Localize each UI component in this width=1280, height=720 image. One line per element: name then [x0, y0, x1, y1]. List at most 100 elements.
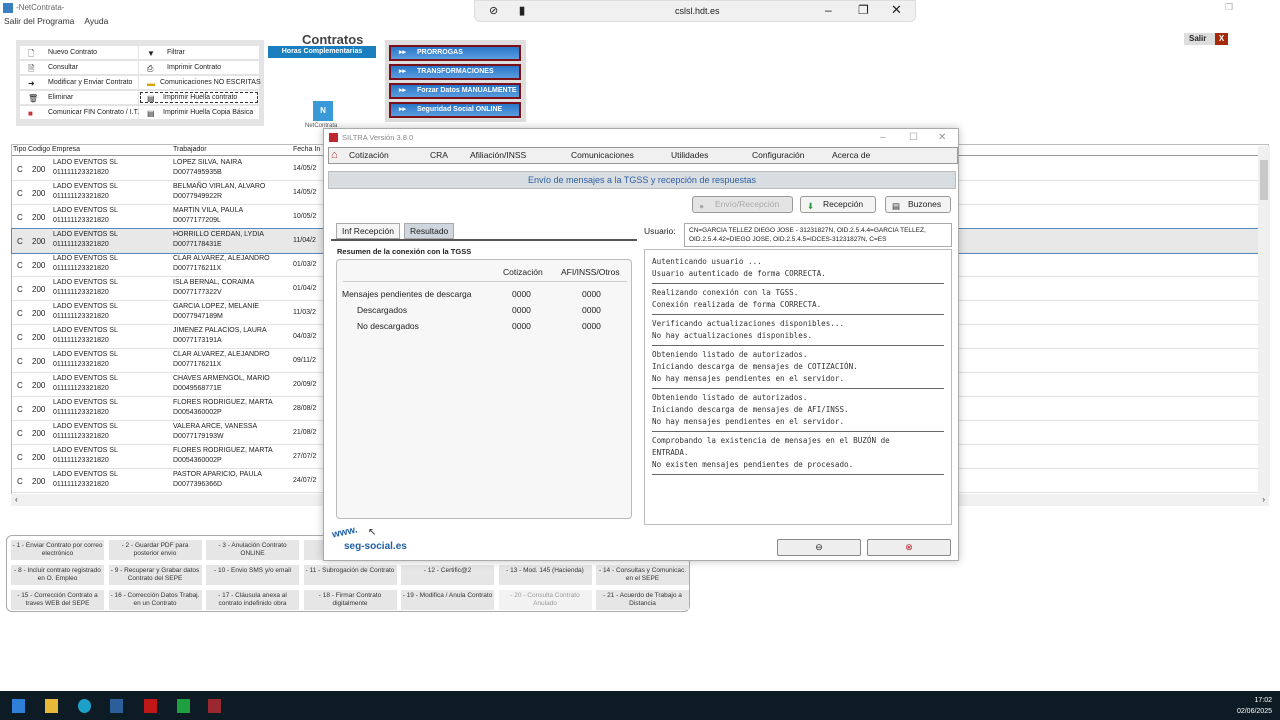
action-button[interactable]: - 9 - Recuperar y Grabar datos Contrato … — [108, 565, 202, 585]
action-button[interactable]: - 12 - Certific@2 — [401, 565, 494, 585]
nuevo-contrato-button[interactable]: 🗋 Nuevo Contrato — [20, 46, 138, 59]
salir-button[interactable]: Salir X — [1184, 33, 1228, 45]
action-button[interactable]: - 18 - Firmar Contrato digitalmente — [303, 590, 397, 610]
action-button[interactable]: - 1 - Enviar Contrato por correo electró… — [11, 540, 104, 560]
action-button[interactable]: - 10 - Envio SMS y/o email — [206, 565, 299, 585]
row-value: 0000 — [582, 289, 601, 299]
restore-icon[interactable]: ❐ — [858, 3, 869, 17]
tab-inf-recepcion[interactable]: Inf Recepción — [336, 223, 400, 239]
consultar-button[interactable]: 🗎 Consultar — [20, 61, 138, 74]
empresa-cell: LADO EVENTOS SL — [53, 327, 118, 334]
col-codigo[interactable]: Codigo — [28, 146, 50, 153]
modificar-enviar-button[interactable]: ➜ Modificar y Enviar Contrato — [20, 76, 138, 89]
resultado-panel: Resumen de la conexión con la TGSS Cotiz… — [331, 239, 637, 521]
siltra-taskbar-icon[interactable] — [208, 699, 221, 713]
file-explorer-icon[interactable] — [45, 699, 58, 713]
tipo-cell: C — [17, 357, 23, 366]
comunicaciones-no-escritas-button[interactable]: ▬ Comunicaciones NO ESCRITAS — [139, 76, 261, 89]
row-value: 0000 — [582, 305, 601, 315]
col-empresa[interactable]: Empresa — [52, 146, 80, 153]
filtrar-button[interactable]: ▼ Filtrar — [139, 46, 259, 59]
forzar-datos-button[interactable]: Forzar Datos MANUALMENTE — [389, 83, 521, 99]
menu-acerca-de[interactable]: Acerca de — [832, 148, 870, 163]
action-button[interactable]: - 16 - Corrección Datos Trabaj. en un Co… — [108, 590, 202, 610]
scroll-thumb[interactable] — [1260, 160, 1268, 200]
acrobat-icon[interactable] — [144, 699, 157, 713]
back-button[interactable]: ⊖ — [777, 539, 861, 556]
action-button[interactable]: - 13 - Mod. 145 (Hacienda) — [498, 565, 592, 585]
action-button[interactable]: - 8 - Incluir contrato registrado en O. … — [11, 565, 104, 585]
restore-icon[interactable]: ❐ — [1225, 2, 1233, 13]
row-value: 0000 — [512, 321, 531, 331]
trabajador-cell: PASTOR APARICIO, PAULA — [173, 471, 262, 478]
menu-utilidades[interactable]: Utilidades — [671, 148, 708, 163]
buzones-button[interactable]: ▤ Buzones — [885, 196, 951, 213]
imprimir-huella-button[interactable]: ▤ Imprimir Huella contrato — [139, 91, 259, 104]
home-icon[interactable]: ⌂ — [331, 148, 338, 163]
trabajador-cell: ISLA BERNAL, CORAIMA — [173, 279, 255, 286]
action-button[interactable]: - 19 - Modifica / Anula Contrato — [401, 590, 494, 610]
mailbox-icon: ▤ — [892, 201, 901, 211]
netcontrata-icon[interactable] — [110, 699, 123, 713]
fecha-cell: 28/08/2 — [293, 405, 317, 412]
edge-icon[interactable] — [78, 699, 91, 713]
menu-configuracion[interactable]: Configuración — [752, 148, 804, 163]
action-button[interactable]: - 2 - Guardar PDF para posterior envio — [108, 540, 202, 560]
eliminar-button[interactable]: 🗑 Eliminar — [20, 91, 138, 104]
tipo-cell: C — [17, 333, 23, 342]
comunicar-fin-button[interactable]: ■ Comunicar FIN Contrato / I.T. — [20, 106, 139, 119]
action-button[interactable]: - 17 - Cláusula anexa al contrato indefi… — [206, 590, 299, 610]
col-fecha[interactable]: Fecha In — [293, 146, 320, 153]
fecha-cell: 27/07/2 — [293, 453, 317, 460]
col-trabajador[interactable]: Trabajador — [173, 146, 207, 153]
menu-salir[interactable]: Salir del Programa — [4, 16, 74, 26]
log-entry: Verificando actualizaciones disponibles.… — [652, 315, 944, 346]
menu-cra[interactable]: CRA — [430, 148, 448, 163]
scroll-right-icon[interactable]: › — [1262, 495, 1265, 504]
minimize-icon[interactable]: – — [825, 3, 832, 17]
imprimir-contrato-button[interactable]: ⎙ Imprimir Contrato — [139, 61, 259, 74]
seguridad-social-online-button[interactable]: Seguridad Social ONLINE — [389, 102, 521, 118]
download-icon: ⬇ — [807, 201, 815, 211]
action-button[interactable]: - 21 - Acuerdo de Trabajo a Distancia — [596, 590, 689, 610]
action-button[interactable]: - 14 - Consultas y Comunicac. en el SEPE — [596, 565, 689, 585]
menu-comunicaciones[interactable]: Comunicaciones — [571, 148, 634, 163]
app-menubar: Salir del Programa Ayuda — [4, 16, 118, 26]
action-button[interactable]: - 3 - Anulación Contrato ONLINE — [206, 540, 299, 560]
prorrogas-button[interactable]: PRORROGAS — [389, 45, 521, 61]
menu-ayuda[interactable]: Ayuda — [84, 16, 108, 26]
menu-afiliacion[interactable]: Afiliación/INSS — [470, 148, 526, 163]
close-icon[interactable]: ✕ — [938, 129, 946, 146]
fecha-cell: 11/03/2 — [293, 309, 316, 316]
start-icon[interactable] — [12, 699, 25, 713]
minimize-icon[interactable]: – — [880, 129, 886, 146]
col-tipo[interactable]: Tipo — [13, 146, 26, 153]
action-button[interactable]: - 20 - Consulta Contrato Anulado — [498, 590, 592, 610]
action-button[interactable]: - 11 - Subrogación de Contrato — [303, 565, 397, 585]
imprimir-huella-copia-button[interactable]: ▤ Imprimir Huella Copia Básica — [139, 106, 259, 119]
scroll-left-icon[interactable]: ‹ — [15, 495, 18, 504]
usuario-field[interactable]: CN=GARCIA TELLEZ DIEGO JOSE - 31231827N,… — [684, 223, 952, 247]
documento-cell: D0054360002P — [173, 457, 222, 464]
tab-resultado[interactable]: Resultado — [404, 223, 455, 239]
taskbar: 17:02 02/06/2025 — [0, 691, 1280, 720]
empresa-cell: LADO EVENTOS SL — [53, 303, 118, 310]
menu-cotizacion[interactable]: Cotización — [349, 148, 389, 163]
trabajador-cell: CHAVES ARMENGOL, MARIO — [173, 375, 270, 382]
trabajador-cell: MARTIN VILA, PAULA — [173, 207, 244, 214]
unpin-icon[interactable]: ⊘ — [489, 4, 498, 17]
close-icon: X — [1215, 33, 1228, 45]
codigo-cell: 200 — [32, 381, 46, 390]
transformaciones-button[interactable]: TRANSFORMACIONES — [389, 64, 521, 80]
app-icon[interactable] — [177, 699, 190, 713]
envio-recepcion-button[interactable]: ● Envío/Recepción — [692, 196, 793, 213]
trabajador-cell: GARCIA LOPEZ, MELANIE — [173, 303, 259, 310]
tipo-cell: C — [17, 261, 23, 270]
recepcion-button[interactable]: ⬇ Recepción — [800, 196, 876, 213]
row-label: Mensajes pendientes de descarga — [342, 289, 472, 299]
cancel-button[interactable]: ⊗ — [867, 539, 951, 556]
action-button[interactable]: - 15 - Corrección Contrato a traves WEB … — [11, 590, 104, 610]
maximize-icon[interactable]: ☐ — [909, 129, 918, 146]
horas-complementarias-button[interactable]: Horas Complementarias — [268, 46, 376, 58]
close-icon[interactable]: ✕ — [891, 2, 902, 18]
